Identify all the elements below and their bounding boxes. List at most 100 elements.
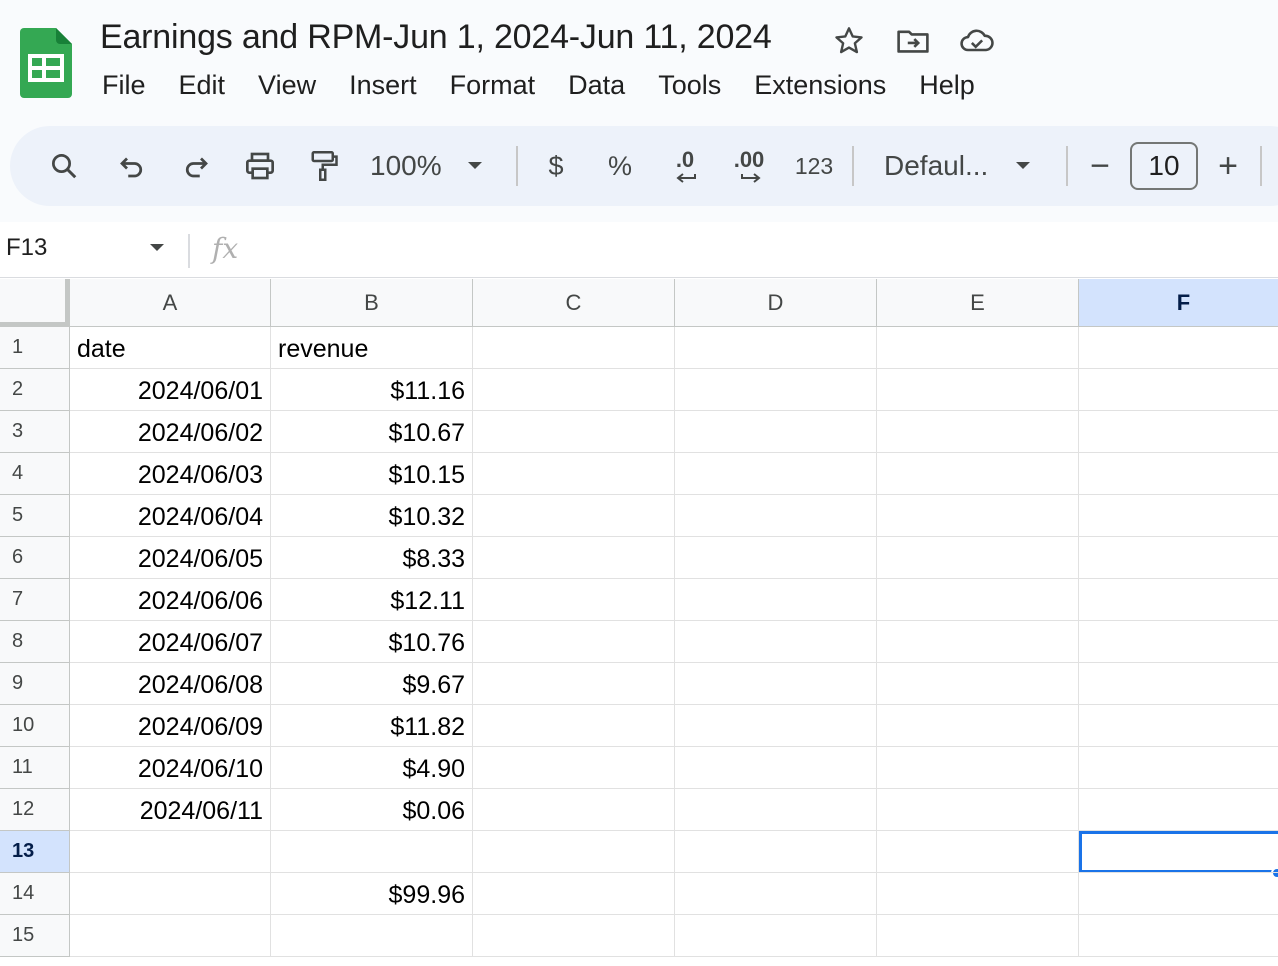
cell-d10[interactable]: [675, 705, 877, 747]
cell-d1[interactable]: [675, 327, 877, 369]
cell-c12[interactable]: [473, 789, 675, 831]
column-header-b[interactable]: B: [271, 279, 473, 327]
cell-c5[interactable]: [473, 495, 675, 537]
cell-d8[interactable]: [675, 621, 877, 663]
row-header[interactable]: 12: [0, 789, 70, 831]
cell-c11[interactable]: [473, 747, 675, 789]
cell-d11[interactable]: [675, 747, 877, 789]
cell-e5[interactable]: [877, 495, 1079, 537]
cell-b13[interactable]: [271, 831, 473, 873]
cell-e6[interactable]: [877, 537, 1079, 579]
cell-a15[interactable]: [70, 915, 271, 957]
cell-f14[interactable]: [1079, 873, 1278, 915]
row-header[interactable]: 7: [0, 579, 70, 621]
cell-c4[interactable]: [473, 453, 675, 495]
row-header[interactable]: 3: [0, 411, 70, 453]
chevron-down-icon[interactable]: [148, 242, 166, 254]
formula-input[interactable]: [260, 232, 1260, 268]
cell-d13[interactable]: [675, 831, 877, 873]
cell-f8[interactable]: [1079, 621, 1278, 663]
undo-icon[interactable]: [112, 142, 152, 190]
redo-icon[interactable]: [176, 142, 216, 190]
cell-d12[interactable]: [675, 789, 877, 831]
cell-b7[interactable]: $12.11: [271, 579, 473, 621]
search-icon[interactable]: [44, 142, 84, 190]
menu-format[interactable]: Format: [438, 68, 548, 108]
cell-b10[interactable]: $11.82: [271, 705, 473, 747]
cell-d6[interactable]: [675, 537, 877, 579]
row-header[interactable]: 13: [0, 831, 70, 873]
cell-a10[interactable]: 2024/06/09: [70, 705, 271, 747]
cell-f7[interactable]: [1079, 579, 1278, 621]
cloud-saved-icon[interactable]: [958, 22, 996, 60]
cell-c13[interactable]: [473, 831, 675, 873]
cell-e10[interactable]: [877, 705, 1079, 747]
cell-e9[interactable]: [877, 663, 1079, 705]
cell-e12[interactable]: [877, 789, 1079, 831]
menu-tools[interactable]: Tools: [646, 68, 733, 108]
cell-c10[interactable]: [473, 705, 675, 747]
cell-a6[interactable]: 2024/06/05: [70, 537, 271, 579]
cell-a2[interactable]: 2024/06/01: [70, 369, 271, 411]
menu-edit[interactable]: Edit: [167, 68, 238, 108]
cell-e13[interactable]: [877, 831, 1079, 873]
cell-e15[interactable]: [877, 915, 1079, 957]
cell-b15[interactable]: [271, 915, 473, 957]
cell-a14[interactable]: [70, 873, 271, 915]
sheets-logo-icon[interactable]: [20, 28, 72, 98]
cell-e1[interactable]: [877, 327, 1079, 369]
cell-e11[interactable]: [877, 747, 1079, 789]
menu-file[interactable]: File: [90, 68, 158, 108]
cell-f13[interactable]: [1079, 831, 1278, 873]
column-header-f[interactable]: F: [1079, 279, 1278, 327]
decrease-font-size-button[interactable]: −: [1080, 142, 1120, 190]
cell-b14[interactable]: $99.96: [271, 873, 473, 915]
cell-e7[interactable]: [877, 579, 1079, 621]
name-box[interactable]: F13: [6, 234, 47, 262]
cell-c14[interactable]: [473, 873, 675, 915]
row-header[interactable]: 10: [0, 705, 70, 747]
cell-b1[interactable]: revenue: [271, 327, 473, 369]
row-header[interactable]: 8: [0, 621, 70, 663]
cell-e14[interactable]: [877, 873, 1079, 915]
increase-font-size-button[interactable]: +: [1208, 142, 1248, 190]
percent-format-button[interactable]: %: [600, 142, 640, 190]
menu-extensions[interactable]: Extensions: [742, 68, 898, 108]
cell-a1[interactable]: date: [70, 327, 271, 369]
cell-e2[interactable]: [877, 369, 1079, 411]
cell-f5[interactable]: [1079, 495, 1278, 537]
cell-b8[interactable]: $10.76: [271, 621, 473, 663]
cell-f3[interactable]: [1079, 411, 1278, 453]
cell-c9[interactable]: [473, 663, 675, 705]
menu-data[interactable]: Data: [556, 68, 637, 108]
row-header[interactable]: 5: [0, 495, 70, 537]
cell-c7[interactable]: [473, 579, 675, 621]
cell-a9[interactable]: 2024/06/08: [70, 663, 271, 705]
document-title[interactable]: Earnings and RPM-Jun 1, 2024-Jun 11, 202…: [100, 18, 772, 57]
cell-f4[interactable]: [1079, 453, 1278, 495]
cell-c15[interactable]: [473, 915, 675, 957]
cell-e3[interactable]: [877, 411, 1079, 453]
cell-b2[interactable]: $11.16: [271, 369, 473, 411]
cell-b3[interactable]: $10.67: [271, 411, 473, 453]
cell-c2[interactable]: [473, 369, 675, 411]
cell-d15[interactable]: [675, 915, 877, 957]
more-formats-button[interactable]: 123: [790, 142, 838, 190]
row-header[interactable]: 1: [0, 327, 70, 369]
row-header[interactable]: 15: [0, 915, 70, 957]
select-all-corner[interactable]: [0, 279, 70, 327]
row-header[interactable]: 9: [0, 663, 70, 705]
cell-f11[interactable]: [1079, 747, 1278, 789]
cell-d4[interactable]: [675, 453, 877, 495]
cell-f6[interactable]: [1079, 537, 1278, 579]
star-icon[interactable]: [830, 22, 868, 60]
print-icon[interactable]: [240, 142, 280, 190]
increase-decimal-button[interactable]: .00: [724, 142, 774, 190]
column-header-c[interactable]: C: [473, 279, 675, 327]
cell-a8[interactable]: 2024/06/07: [70, 621, 271, 663]
menu-view[interactable]: View: [246, 68, 328, 108]
currency-format-button[interactable]: $: [536, 142, 576, 190]
cell-a3[interactable]: 2024/06/02: [70, 411, 271, 453]
decrease-decimal-button[interactable]: .0: [662, 142, 708, 190]
menu-insert[interactable]: Insert: [337, 68, 429, 108]
